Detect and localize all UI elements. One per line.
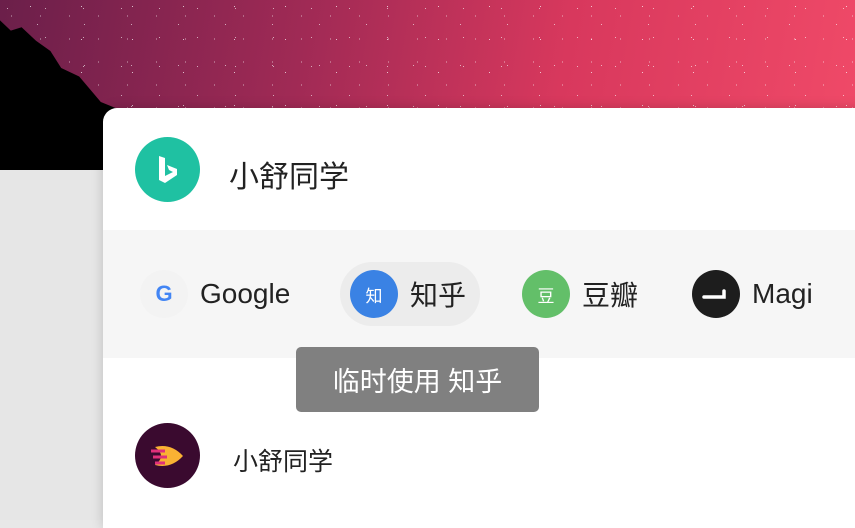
google-icon: G xyxy=(140,270,188,318)
douban-icon: 豆 xyxy=(522,270,570,318)
search-query-row[interactable]: 小舒同学 xyxy=(103,108,855,230)
douban-icon-glyph: 豆 xyxy=(537,286,555,306)
engine-douban[interactable]: 豆 豆瓣 xyxy=(512,262,652,326)
engine-tooltip: 临时使用 知乎 xyxy=(296,347,539,412)
suggestion-text: 小舒同学 xyxy=(233,448,334,476)
engine-magi[interactable]: Magi xyxy=(682,262,827,326)
search-popup: 小舒同学 G Google 知 知乎 豆 豆瓣 Magi 临时使用 知乎 小舒同… xyxy=(103,108,855,528)
suggestion-item[interactable]: 小舒同学 xyxy=(103,423,855,493)
zhihu-icon-glyph: 知 xyxy=(365,286,383,306)
engine-label: Magi xyxy=(752,278,813,309)
engine-zhihu[interactable]: 知 知乎 xyxy=(340,262,481,326)
xiaoshu-app-icon xyxy=(135,423,200,488)
engine-label: Google xyxy=(200,278,291,309)
search-query-text[interactable]: 小舒同学 xyxy=(229,152,349,196)
engine-google[interactable]: G Google xyxy=(130,262,304,326)
background-pane xyxy=(0,170,103,520)
zhihu-icon: 知 xyxy=(350,270,398,318)
engine-label: 知乎 xyxy=(410,280,467,311)
search-engine-bar: G Google 知 知乎 豆 豆瓣 Magi xyxy=(103,230,855,358)
bing-icon[interactable] xyxy=(135,137,200,202)
magi-icon xyxy=(692,270,740,318)
engine-label: 豆瓣 xyxy=(582,280,639,311)
